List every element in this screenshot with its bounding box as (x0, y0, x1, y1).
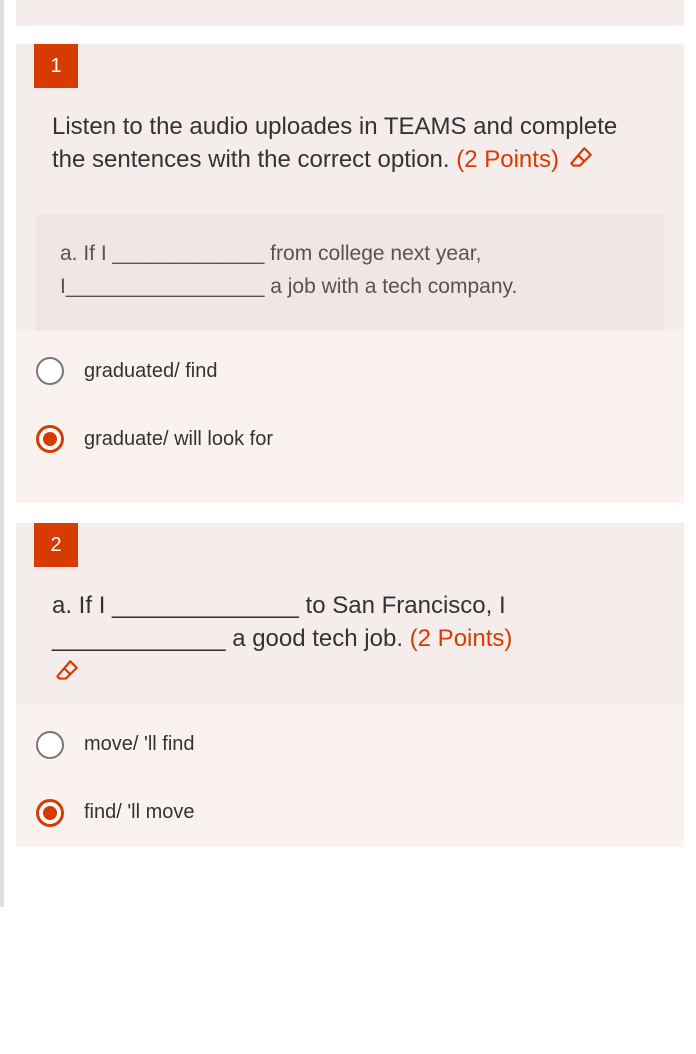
radio-checked-icon[interactable] (36, 799, 64, 827)
option-label: find/ 'll move (84, 801, 195, 824)
question-prompt: a. If I ______________ to San Francisco,… (16, 589, 684, 704)
page-container: 1 Listen to the audio uploades in TEAMS … (0, 0, 696, 907)
question-card-2: 2 a. If I ______________ to San Francisc… (16, 523, 684, 846)
question-prompt: Listen to the audio uploades in TEAMS an… (16, 110, 684, 192)
radio-unchecked-icon[interactable] (36, 731, 64, 759)
points-label: (2 Points) (410, 625, 513, 652)
eraser-icon[interactable] (568, 145, 594, 180)
radio-unchecked-icon[interactable] (36, 357, 64, 385)
radio-checked-icon[interactable] (36, 425, 64, 453)
option-row[interactable]: graduate/ will look for (36, 425, 664, 453)
option-row[interactable]: graduated/ find (36, 357, 664, 385)
option-row[interactable]: move/ 'll find (36, 731, 664, 759)
question-card-1: 1 Listen to the audio uploades in TEAMS … (16, 44, 684, 503)
option-label: move/ 'll find (84, 733, 195, 756)
option-row[interactable]: find/ 'll move (36, 799, 664, 827)
eraser-icon[interactable] (54, 658, 80, 693)
question-number-badge: 2 (34, 523, 78, 567)
option-label: graduated/ find (84, 360, 217, 383)
previous-card-stub (16, 0, 684, 26)
options-group-2: move/ 'll find find/ 'll move (16, 705, 684, 847)
question-sub-prompt: a. If I _____________ from college next … (36, 214, 664, 331)
option-label: graduate/ will look for (84, 428, 273, 451)
question-number-badge: 1 (34, 44, 78, 88)
points-label: (2 Points) (456, 146, 559, 173)
options-group-1: graduated/ find graduate/ will look for (16, 331, 684, 503)
